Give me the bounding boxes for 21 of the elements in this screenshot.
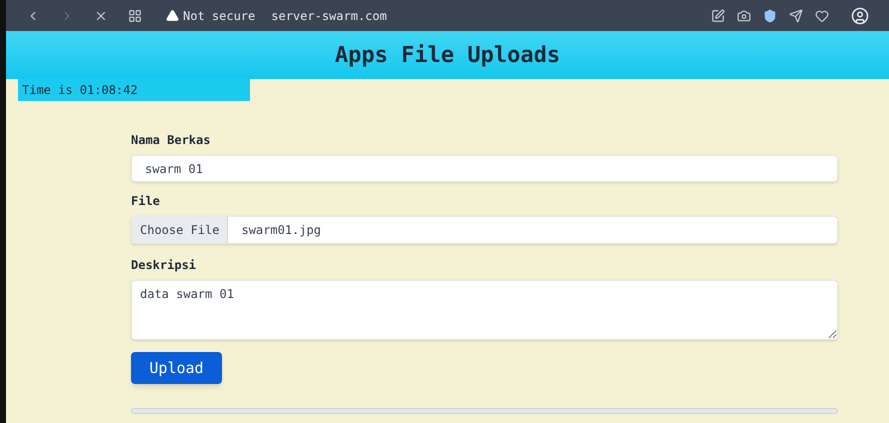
file-name: swarm01.jpg	[241, 222, 321, 239]
profile-icon[interactable]	[851, 6, 869, 24]
warning-icon	[166, 9, 179, 22]
security-label[interactable]: Not secure	[183, 6, 256, 24]
description-field[interactable]: data swarm 01	[131, 280, 838, 340]
heart-icon[interactable]	[815, 8, 829, 22]
field-label: File	[131, 193, 161, 210]
field-label: Nama Berkas	[131, 132, 212, 149]
file-field[interactable]: Choose File swarm01.jpg	[131, 216, 838, 244]
address-bar[interactable]: server-swarm.com	[271, 6, 387, 24]
page-title: Apps File Uploads	[334, 42, 560, 70]
name-field[interactable]: swarm 01	[131, 155, 838, 182]
camera-icon[interactable]	[737, 8, 751, 22]
edit-icon[interactable]	[711, 8, 725, 22]
choose-file-button[interactable]: Choose File	[132, 217, 228, 243]
upload-button[interactable]: Upload	[131, 352, 222, 384]
send-icon[interactable]	[789, 8, 803, 22]
clock-banner: Time is 01:08:42	[18, 79, 250, 101]
shield-icon[interactable]	[763, 8, 777, 22]
grid-icon[interactable]	[128, 8, 142, 22]
field-label: Deskripsi	[131, 257, 198, 274]
